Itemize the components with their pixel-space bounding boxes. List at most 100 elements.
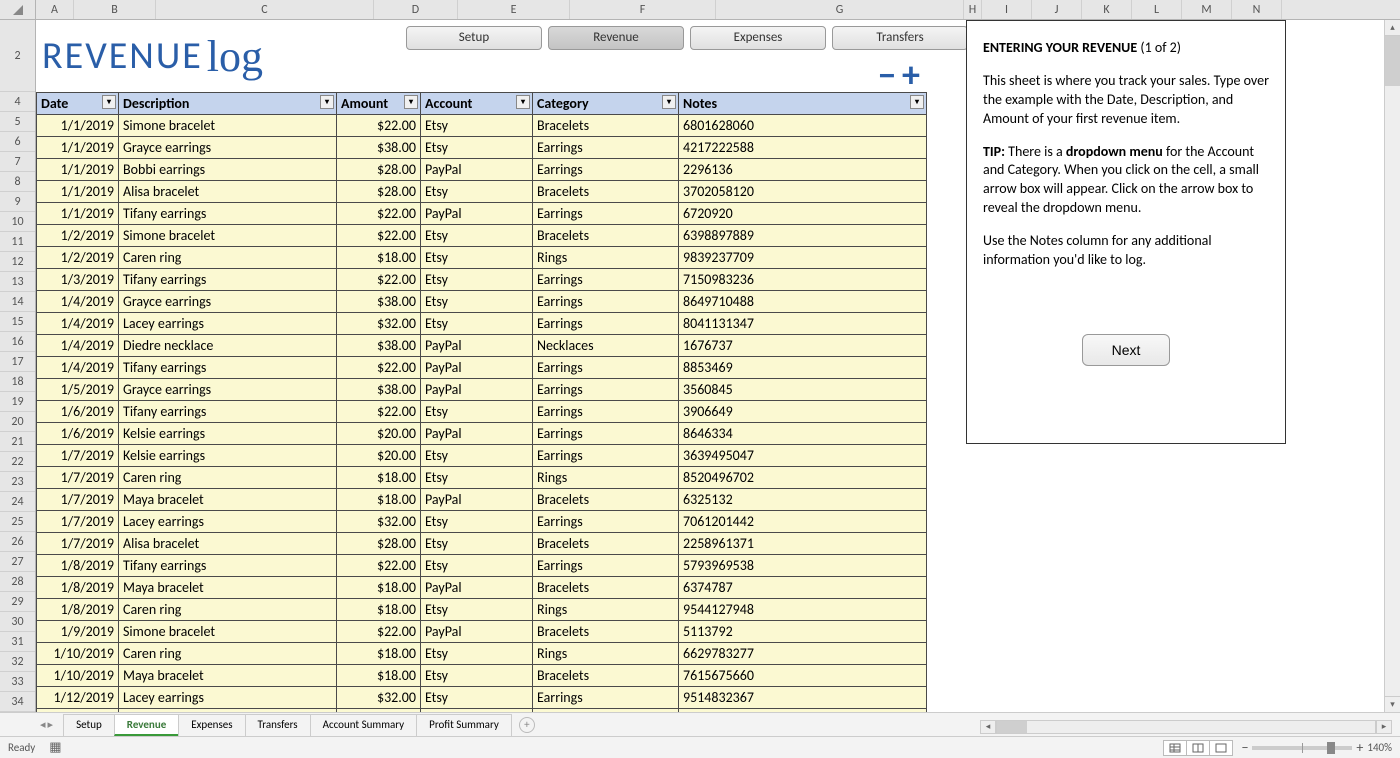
col-header-C[interactable]: C xyxy=(156,0,374,19)
row-header-19[interactable]: 19 xyxy=(0,392,35,412)
row-header-9[interactable]: 9 xyxy=(0,192,35,212)
cell[interactable]: Etsy xyxy=(421,687,533,709)
cell[interactable]: Rings xyxy=(533,643,679,665)
cell[interactable]: Earrings xyxy=(533,291,679,313)
cell[interactable]: $22.00 xyxy=(337,269,421,291)
cell[interactable]: 7615675660 xyxy=(679,665,927,687)
col-header-E[interactable]: E xyxy=(458,0,570,19)
sheet-tab-revenue[interactable]: Revenue xyxy=(114,714,180,736)
cell[interactable]: Earrings xyxy=(533,555,679,577)
cell[interactable]: PayPal xyxy=(421,379,533,401)
cell[interactable]: 1/8/2019 xyxy=(37,599,119,621)
cell[interactable]: $18.00 xyxy=(337,599,421,621)
cell[interactable]: 3639495047 xyxy=(679,445,927,467)
cell[interactable]: $22.00 xyxy=(337,225,421,247)
filter-icon[interactable]: ▾ xyxy=(102,95,116,109)
cell[interactable]: 2258961371 xyxy=(679,533,927,555)
cell[interactable]: Earrings xyxy=(533,423,679,445)
cell[interactable]: $18.00 xyxy=(337,489,421,511)
nav-button-transfers[interactable]: Transfers xyxy=(832,26,968,50)
cell[interactable]: $18.00 xyxy=(337,577,421,599)
cell[interactable]: Etsy xyxy=(421,137,533,159)
add-sheet-button[interactable]: + xyxy=(519,717,535,733)
cell[interactable]: $38.00 xyxy=(337,335,421,357)
cell[interactable]: Etsy xyxy=(421,599,533,621)
row-header-2[interactable]: 2 xyxy=(0,20,35,92)
cell[interactable]: Bracelets xyxy=(533,621,679,643)
cell[interactable]: PayPal xyxy=(421,203,533,225)
nav-button-setup[interactable]: Setup xyxy=(406,26,542,50)
cell[interactable]: Etsy xyxy=(421,225,533,247)
cell[interactable]: Simone bracelet xyxy=(119,115,337,137)
row-header-6[interactable]: 6 xyxy=(0,132,35,152)
cell[interactable]: Simone bracelet xyxy=(119,621,337,643)
col-header-M[interactable]: M xyxy=(1182,0,1232,19)
cell[interactable]: Etsy xyxy=(421,467,533,489)
cell[interactable]: Earrings xyxy=(533,379,679,401)
cell[interactable]: Kelsie earrings xyxy=(119,445,337,467)
select-all-corner[interactable] xyxy=(0,0,36,19)
cell[interactable]: Simone bracelet xyxy=(119,225,337,247)
cell[interactable]: 9839237709 xyxy=(679,247,927,269)
cell[interactable]: Earrings xyxy=(533,357,679,379)
cell[interactable]: Bracelets xyxy=(533,665,679,687)
cell[interactable]: Maya bracelet xyxy=(119,577,337,599)
cell[interactable]: Rings xyxy=(533,599,679,621)
cell[interactable]: $32.00 xyxy=(337,687,421,709)
cell[interactable]: $32.00 xyxy=(337,511,421,533)
cell[interactable]: Bobbi earrings xyxy=(119,159,337,181)
add-row-button[interactable]: + xyxy=(902,60,920,90)
cell[interactable]: Bracelets xyxy=(533,577,679,599)
cell[interactable]: PayPal xyxy=(421,357,533,379)
zoom-out-button[interactable]: − xyxy=(1241,739,1248,756)
row-header-4[interactable]: 4 xyxy=(0,92,35,112)
cell[interactable]: Diedre necklace xyxy=(119,335,337,357)
cell[interactable]: PayPal xyxy=(421,621,533,643)
row-header-30[interactable]: 30 xyxy=(0,612,35,632)
col-header-A[interactable]: A xyxy=(36,0,74,19)
row-header-26[interactable]: 26 xyxy=(0,532,35,552)
cell[interactable]: $20.00 xyxy=(337,423,421,445)
cell[interactable]: 1/2/2019 xyxy=(37,225,119,247)
cell[interactable]: Etsy xyxy=(421,269,533,291)
row-header-16[interactable]: 16 xyxy=(0,332,35,352)
scroll-up-button[interactable]: ▴ xyxy=(1385,20,1400,36)
cell[interactable]: Bracelets xyxy=(533,489,679,511)
sheet-tab-setup[interactable]: Setup xyxy=(63,714,115,736)
filter-icon[interactable]: ▾ xyxy=(516,95,530,109)
row-header-22[interactable]: 22 xyxy=(0,452,35,472)
cell[interactable]: $28.00 xyxy=(337,159,421,181)
cell[interactable]: 1/4/2019 xyxy=(37,335,119,357)
cell[interactable]: 6374787 xyxy=(679,577,927,599)
cell[interactable]: Tifany earrings xyxy=(119,401,337,423)
cell[interactable]: Etsy xyxy=(421,181,533,203)
normal-view-button[interactable] xyxy=(1163,740,1187,756)
row-header-24[interactable]: 24 xyxy=(0,492,35,512)
cell[interactable]: $18.00 xyxy=(337,247,421,269)
nav-button-expenses[interactable]: Expenses xyxy=(690,26,826,50)
cell[interactable]: Maya bracelet xyxy=(119,665,337,687)
cell[interactable]: $22.00 xyxy=(337,203,421,225)
row-header-5[interactable]: 5 xyxy=(0,112,35,132)
row-header-27[interactable]: 27 xyxy=(0,552,35,572)
col-header-description[interactable]: Description▾ xyxy=(119,93,337,115)
col-header-I[interactable]: I xyxy=(982,0,1032,19)
cell[interactable]: Caren ring xyxy=(119,599,337,621)
cell[interactable]: Alisa bracelet xyxy=(119,181,337,203)
cell[interactable]: $38.00 xyxy=(337,291,421,313)
row-header-33[interactable]: 33 xyxy=(0,672,35,692)
cell[interactable]: Etsy xyxy=(421,313,533,335)
cell[interactable]: 8853469 xyxy=(679,357,927,379)
row-header-13[interactable]: 13 xyxy=(0,272,35,292)
col-header-date[interactable]: Date▾ xyxy=(37,93,119,115)
cell[interactable]: Etsy xyxy=(421,401,533,423)
cell[interactable]: Bracelets xyxy=(533,181,679,203)
row-header-8[interactable]: 8 xyxy=(0,172,35,192)
row-header-10[interactable]: 10 xyxy=(0,212,35,232)
col-header-amount[interactable]: Amount▾ xyxy=(337,93,421,115)
cell[interactable]: 1/7/2019 xyxy=(37,467,119,489)
cell[interactable]: $18.00 xyxy=(337,643,421,665)
cell[interactable]: 8646334 xyxy=(679,423,927,445)
col-header-K[interactable]: K xyxy=(1082,0,1132,19)
cell[interactable]: 6325132 xyxy=(679,489,927,511)
